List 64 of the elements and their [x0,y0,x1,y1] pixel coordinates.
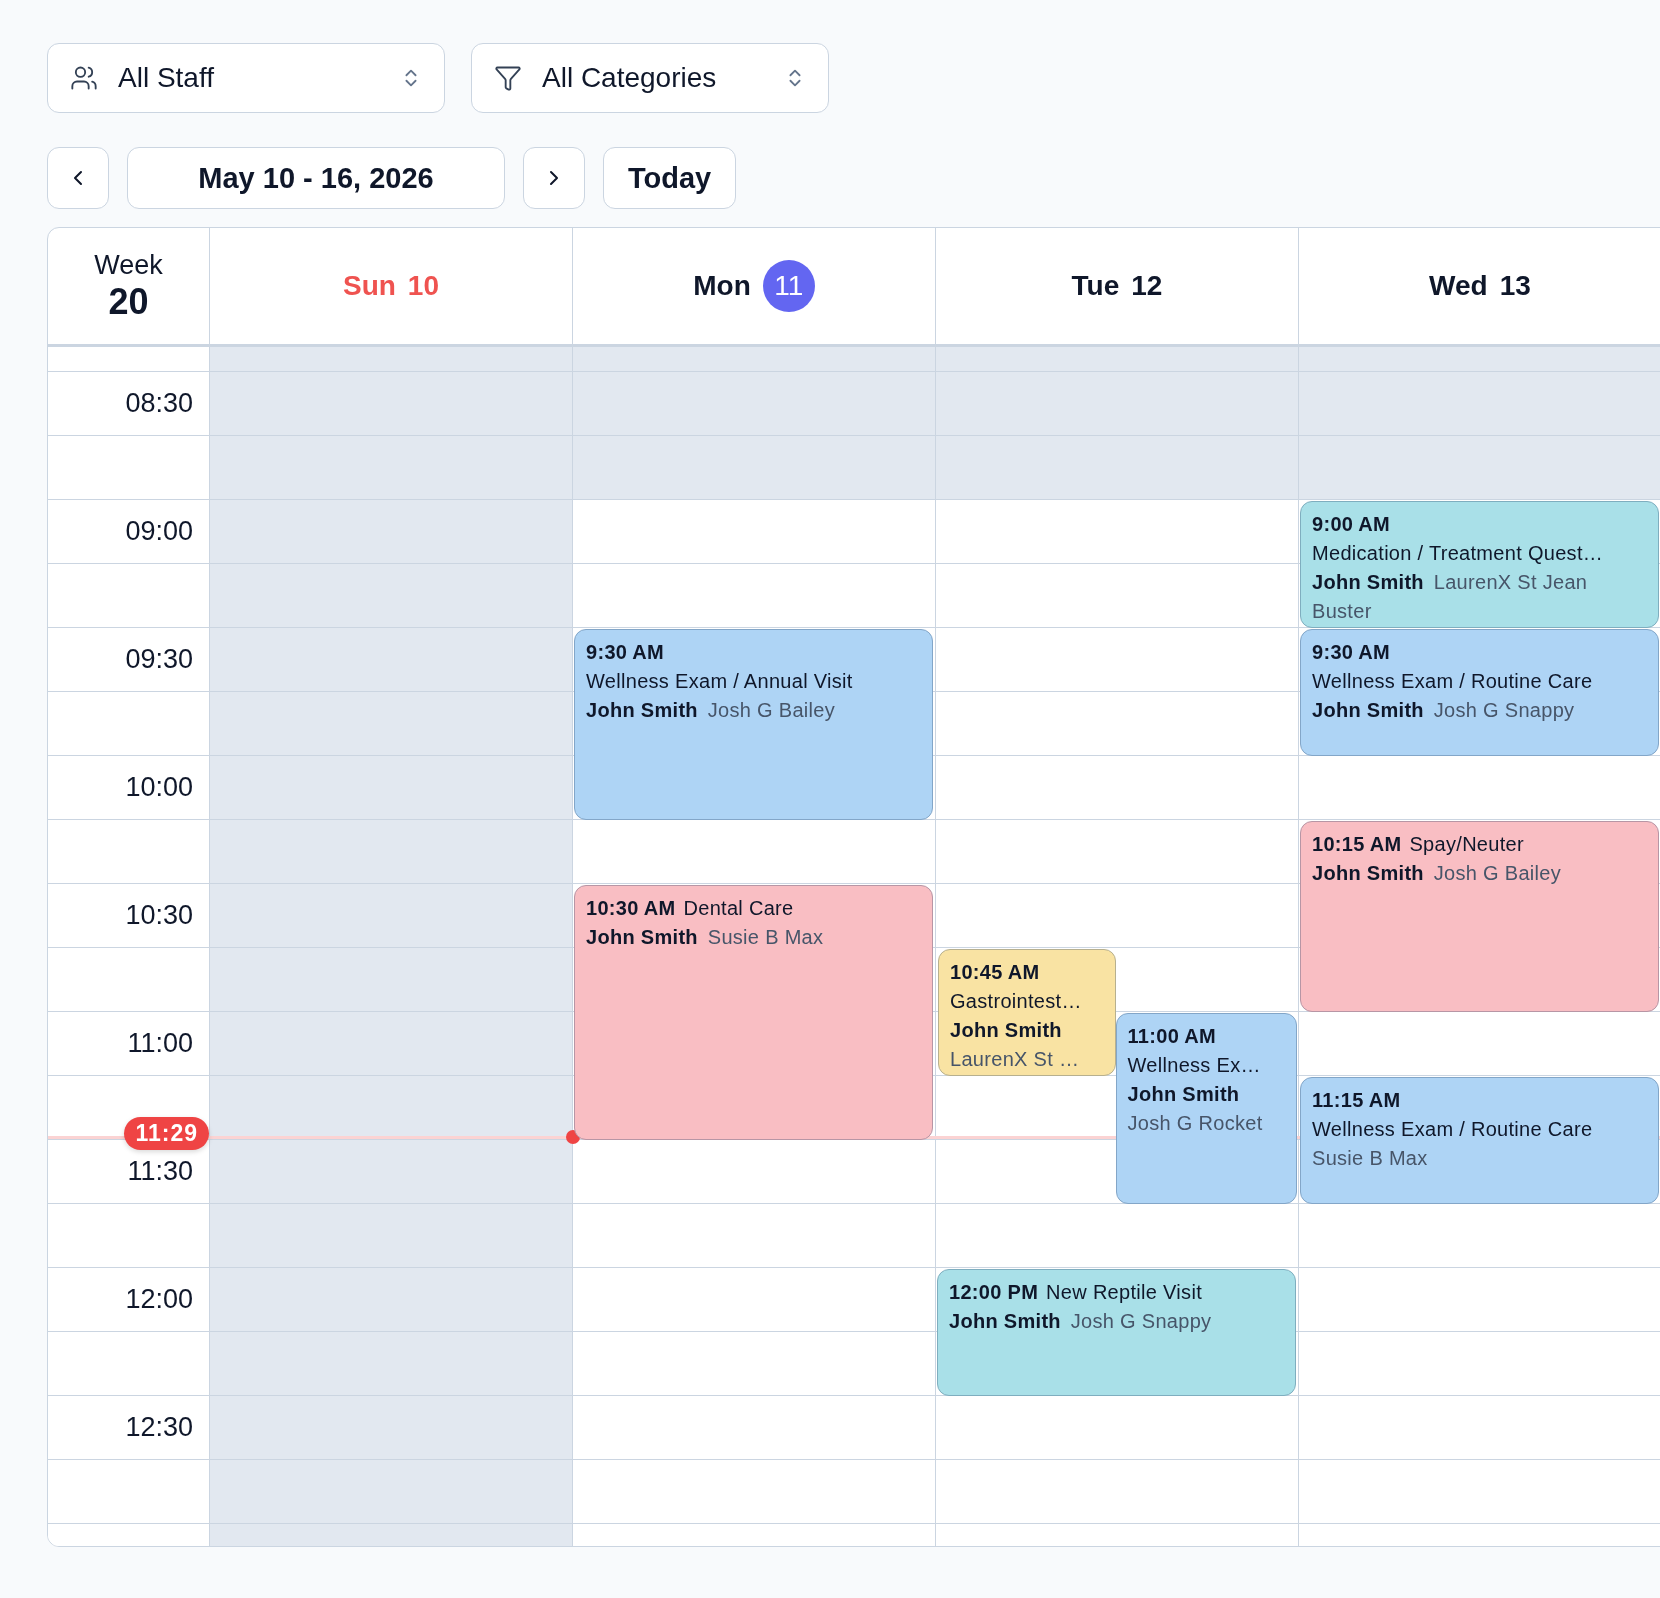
time-label: 11:30 [127,1156,193,1187]
client-and-patient: John Smith LaurenX St … [950,1018,1081,1072]
day-name: Tue [1071,270,1120,302]
appointment-card[interactable]: 10:30 AM Dental Care John Smith Susie B Max [574,885,933,1140]
client-and-patient: John Smith LaurenX St Jean Buster [1312,570,1589,624]
time-label: 09:00 [125,516,193,547]
filter-icon [494,64,522,92]
appointment-card[interactable]: 10:45 AM Gastrointest… John Smith LaurenX St … [938,949,1116,1076]
appointment-time: 10:45 AM [950,961,1040,983]
appointment-title: Spay/Neuter [1409,833,1524,855]
appointment-title: Wellness Ex… [1127,1054,1261,1076]
appointment-time: 9:30 AM [1312,641,1391,663]
next-week-button[interactable] [523,147,585,209]
day-date: 13 [1499,270,1531,302]
today-button[interactable]: Today [603,147,737,209]
day-name: Mon [693,270,751,302]
appointment-time: 11:15 AM [1312,1089,1401,1111]
day-name: Sun [342,270,396,302]
appointment-title: Dental Care [683,897,794,919]
appointment-card[interactable]: 11:15 AM Wellness Exam / Routine Care Susie B Max [1300,1077,1659,1204]
time-label: 11:00 [127,1028,193,1059]
appointment-time: 10:30 AM [586,897,676,919]
appointment-card[interactable]: 9:00 AM Medication / Treatment Quest… John Smith LaurenX St Jean Buster [1300,501,1659,628]
client-and-patient: John Smith Josh G Bailey [1312,861,1563,886]
client-and-patient: John Smith Susie B Max [586,925,825,950]
time-label: 12:00 [125,1284,193,1315]
appointment-title: Wellness Exam / Annual Visit [586,670,853,692]
time-label: 12:30 [125,1412,193,1443]
time-label: 10:00 [125,772,193,803]
appointment-card[interactable]: 10:15 AM Spay/Neuter John Smith Josh G Bailey [1300,821,1659,1012]
week-label: Week [94,249,163,281]
current-time-badge: 11:29 [124,1116,209,1150]
users-icon [70,64,98,92]
today-date-badge: 11 [762,260,815,312]
previous-week-button[interactable] [47,147,109,209]
client-and-patient: John Smith Josh G Snappy [1312,698,1576,723]
time-label: 08:30 [125,388,193,419]
time-label: 10:30 [125,900,193,931]
appointment-card[interactable]: 12:00 PM New Reptile Visit John Smith Josh G Snappy [937,1269,1296,1396]
client-and-patient: John Smith Josh G Snappy [949,1309,1213,1334]
day-date: 12 [1131,270,1163,302]
appointment-title: Wellness Exam / Routine Care [1312,670,1593,692]
appointment-time: 12:00 PM [949,1281,1039,1303]
appointment-time: 9:00 AM [1312,513,1391,535]
appointment-title: Medication / Treatment Quest… [1312,542,1604,564]
appointment-title: Wellness Exam / Routine Care [1312,1118,1593,1140]
appointment-time: 10:15 AM [1312,833,1402,855]
client-and-patient: John Smith Josh G Bailey [586,698,837,723]
filter-dropdown[interactable]: All Staff [47,43,445,113]
week-number: 20 [108,280,149,323]
appointment-title: Gastrointest… [950,990,1082,1012]
day-date: 10 [407,270,439,302]
appointment-card[interactable]: 9:30 AM Wellness Exam / Annual Visit John Smith Josh G Bailey [574,629,933,820]
appointment-card[interactable]: 9:30 AM Wellness Exam / Routine Care John Smith Josh G Snappy [1300,629,1659,756]
client-and-patient: John Smith Josh G Rocket [1127,1082,1264,1136]
appointment-time: 9:30 AM [586,641,665,663]
filter-dropdown[interactable]: All Categories [471,43,829,113]
client-and-patient: Susie B Max [1312,1146,1429,1171]
appointment-time: 11:00 AM [1127,1025,1216,1047]
appointment-card[interactable]: 11:00 AM Wellness Ex… John Smith Josh G Rocket [1115,1013,1297,1204]
day-name: Wed [1429,270,1488,302]
date-range-button[interactable]: May 10 - 16, 2026 [127,147,505,209]
time-label: 09:30 [125,644,193,675]
appointment-title: New Reptile Visit [1046,1281,1202,1303]
